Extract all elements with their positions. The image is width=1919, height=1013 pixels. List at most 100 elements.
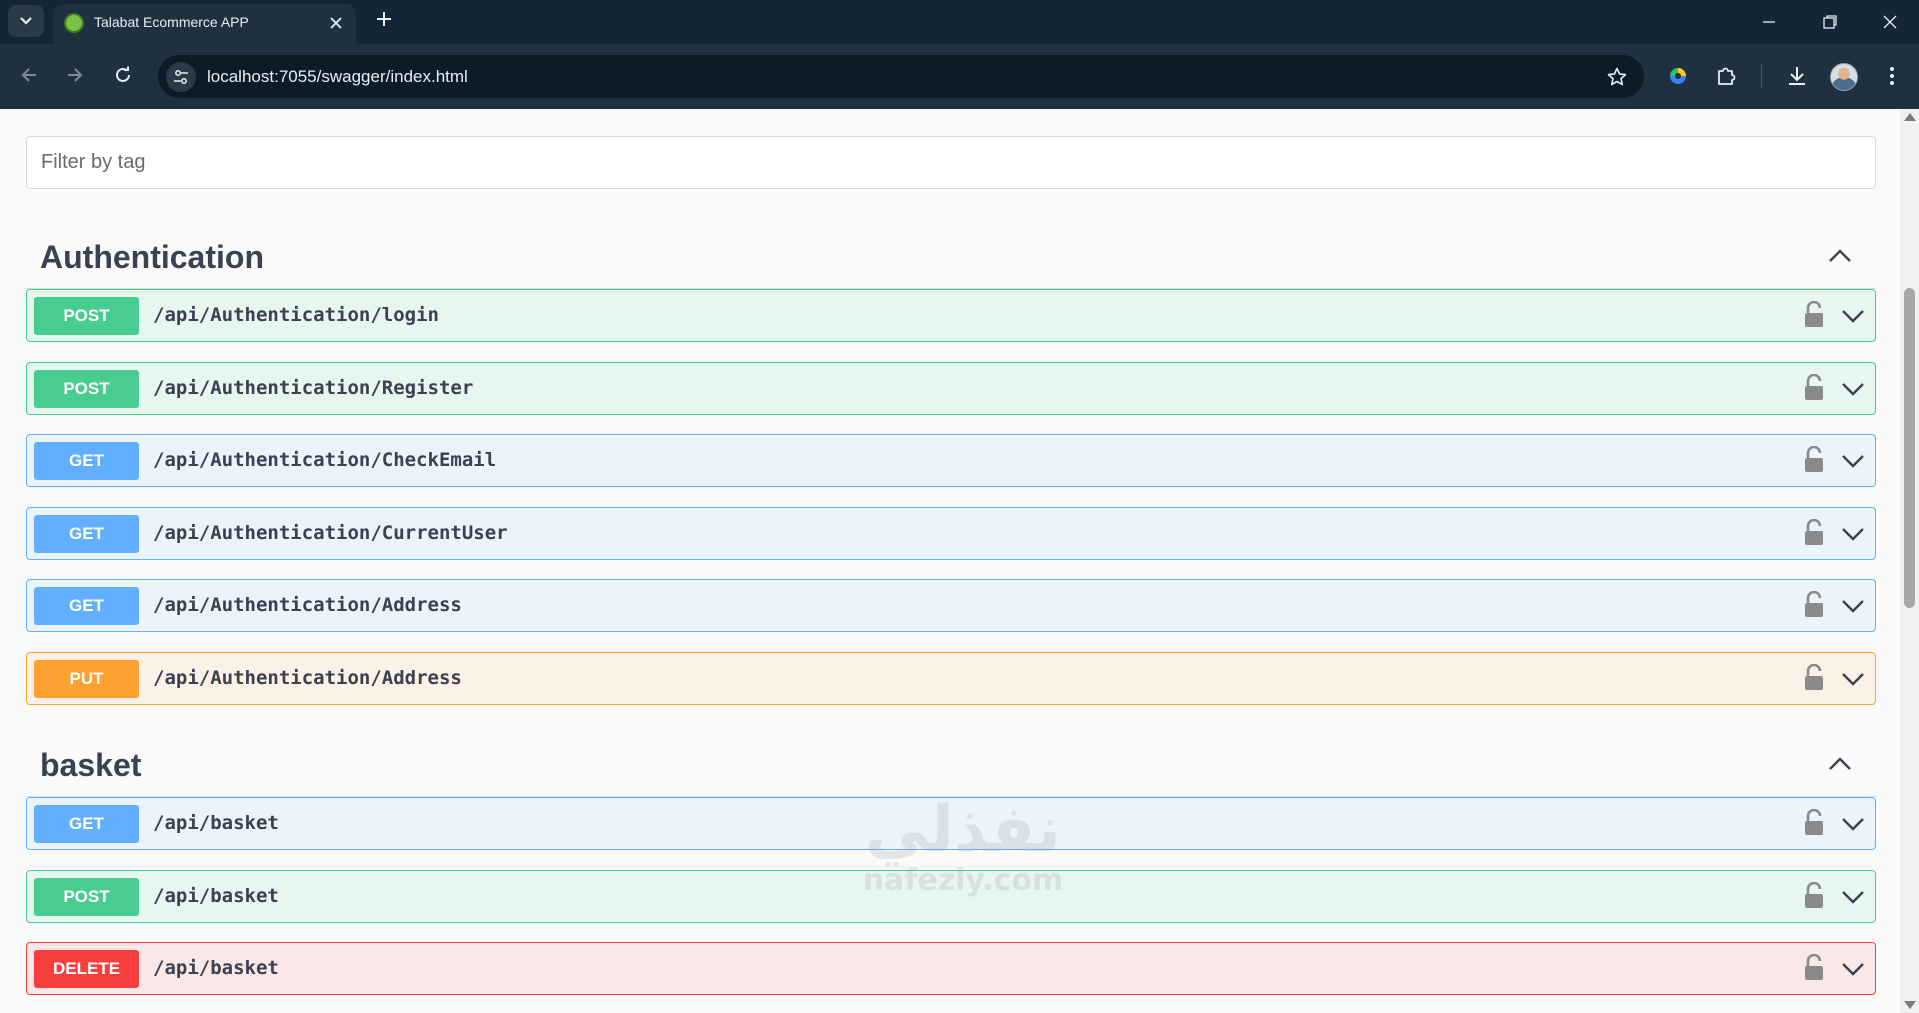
- plus-icon: [377, 12, 391, 26]
- chevron-down-icon: [1842, 818, 1864, 831]
- page-scrollbar[interactable]: [1900, 109, 1919, 1013]
- operation-path: /api/Authentication/Address: [153, 594, 462, 616]
- method-badge: POST: [34, 370, 139, 408]
- site-info-button[interactable]: [166, 62, 196, 92]
- operation-path: /api/Authentication/Register: [153, 377, 474, 399]
- operation-row[interactable]: POST /api/Authentication/login: [26, 289, 1876, 342]
- close-icon: [1883, 15, 1897, 29]
- browser-tab[interactable]: Talabat Ecommerce APP: [53, 4, 356, 44]
- operation-path: /api/Authentication/login: [153, 304, 439, 326]
- unlocked-lock-icon[interactable]: [1802, 301, 1826, 329]
- chevron-down-icon: [1842, 383, 1864, 396]
- download-icon: [1789, 67, 1805, 85]
- extension-colorful-button[interactable]: [1663, 61, 1693, 91]
- unlocked-lock-icon[interactable]: [1802, 664, 1826, 692]
- operation-row[interactable]: GET /api/basket: [26, 797, 1876, 850]
- back-arrow-icon: [21, 68, 36, 82]
- browser-tab-bar: Talabat Ecommerce APP: [0, 0, 1919, 44]
- method-badge: GET: [34, 805, 139, 843]
- operation-row[interactable]: PUT /api/Authentication/Address: [26, 652, 1876, 705]
- chevron-down-icon: [1842, 891, 1864, 904]
- operation-row[interactable]: POST /api/Authentication/Register: [26, 362, 1876, 415]
- address-bar[interactable]: localhost:7055/swagger/index.html: [158, 55, 1644, 98]
- scrollbar-thumb[interactable]: [1904, 288, 1915, 608]
- expand-operation-button[interactable]: [1838, 376, 1868, 402]
- chevron-down-icon: [1842, 455, 1864, 468]
- operation-row[interactable]: POST /api/basket: [26, 870, 1876, 923]
- operation-path: /api/Authentication/Address: [153, 667, 462, 689]
- operation-row[interactable]: GET /api/Authentication/CurrentUser: [26, 507, 1876, 560]
- unlocked-lock-icon[interactable]: [1802, 809, 1826, 837]
- method-badge: PUT: [34, 660, 139, 698]
- chevron-down-icon: [1842, 528, 1864, 541]
- tab-search-button[interactable]: [8, 5, 44, 37]
- section-title: basket: [40, 747, 142, 783]
- section-basket-header[interactable]: basket: [26, 731, 1876, 797]
- forward-arrow-icon: [68, 68, 83, 82]
- chevron-down-icon: [1842, 673, 1864, 686]
- filter-by-tag-input[interactable]: [26, 136, 1876, 189]
- star-icon: [1607, 67, 1627, 86]
- operation-path: /api/basket: [153, 885, 279, 907]
- operation-path: /api/Authentication/CurrentUser: [153, 522, 508, 544]
- expand-operation-button[interactable]: [1838, 303, 1868, 329]
- expand-operation-button[interactable]: [1838, 811, 1868, 837]
- expand-operation-button[interactable]: [1838, 884, 1868, 910]
- expand-operation-button[interactable]: [1838, 448, 1868, 474]
- method-badge: GET: [34, 587, 139, 625]
- new-tab-button[interactable]: [369, 6, 399, 36]
- back-button[interactable]: [12, 58, 46, 92]
- unlocked-lock-icon[interactable]: [1802, 446, 1826, 474]
- operation-row[interactable]: GET /api/Authentication/CheckEmail: [26, 434, 1876, 487]
- unlocked-lock-icon[interactable]: [1802, 954, 1826, 982]
- toolbar-divider: [1761, 64, 1762, 88]
- minimize-button[interactable]: [1747, 4, 1791, 40]
- reload-button[interactable]: [106, 58, 140, 92]
- method-badge: POST: [34, 878, 139, 916]
- scroll-up-arrow-icon[interactable]: [1904, 113, 1916, 121]
- expand-operation-button[interactable]: [1838, 521, 1868, 547]
- section-title: Authentication: [40, 239, 264, 275]
- close-window-button[interactable]: [1868, 4, 1912, 40]
- chevron-up-icon: [1829, 757, 1851, 770]
- unlocked-lock-icon[interactable]: [1802, 374, 1826, 402]
- chevron-up-icon: [1829, 249, 1851, 262]
- restore-button[interactable]: [1808, 4, 1852, 40]
- tune-icon: [174, 70, 188, 84]
- puzzle-icon: [1718, 67, 1736, 85]
- chevron-down-icon: [1842, 310, 1864, 323]
- operation-path: /api/basket: [153, 812, 279, 834]
- chevron-down-icon: [1842, 963, 1864, 976]
- expand-operation-button[interactable]: [1838, 956, 1868, 982]
- forward-button[interactable]: [58, 58, 92, 92]
- minimize-icon: [1763, 21, 1775, 23]
- section-collapse-button[interactable]: [1824, 243, 1856, 269]
- tab-title: Talabat Ecommerce APP: [94, 14, 249, 30]
- tab-close-button[interactable]: [325, 12, 347, 34]
- browser-menu-button[interactable]: [1877, 61, 1907, 91]
- reload-icon: [116, 66, 130, 82]
- extensions-button[interactable]: [1711, 61, 1741, 91]
- downloads-button[interactable]: [1782, 61, 1812, 91]
- swagger-page: Authentication POST /api/Authentication/…: [0, 109, 1900, 1013]
- method-badge: GET: [34, 515, 139, 553]
- scroll-down-arrow-icon[interactable]: [1904, 1001, 1916, 1009]
- unlocked-lock-icon[interactable]: [1802, 882, 1826, 910]
- expand-operation-button[interactable]: [1838, 666, 1868, 692]
- operation-row[interactable]: GET /api/Authentication/Address: [26, 579, 1876, 632]
- expand-operation-button[interactable]: [1838, 593, 1868, 619]
- close-icon: [330, 17, 342, 29]
- bookmark-button[interactable]: [1604, 64, 1630, 90]
- operation-row[interactable]: DELETE /api/basket: [26, 942, 1876, 995]
- url-text: localhost:7055/swagger/index.html: [207, 67, 468, 86]
- browser-toolbar: localhost:7055/swagger/index.html: [0, 44, 1919, 109]
- section-collapse-button[interactable]: [1824, 751, 1856, 777]
- extension-logo-icon: [1670, 68, 1686, 84]
- profile-avatar[interactable]: [1830, 63, 1858, 91]
- unlocked-lock-icon[interactable]: [1802, 591, 1826, 619]
- chevron-down-icon: [20, 17, 32, 25]
- method-badge: POST: [34, 297, 139, 335]
- unlocked-lock-icon[interactable]: [1802, 519, 1826, 547]
- section-authentication-header[interactable]: Authentication: [26, 223, 1876, 289]
- restore-icon: [1823, 15, 1837, 29]
